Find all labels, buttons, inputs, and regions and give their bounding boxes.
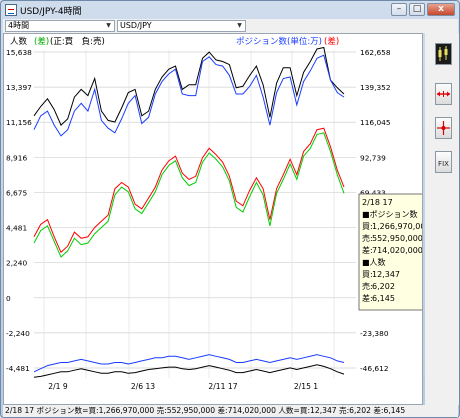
tooltip-date: 2/18 17 bbox=[362, 198, 393, 207]
left-tick-label: 13,397 bbox=[6, 83, 32, 92]
symbol-value: USD/JPY bbox=[120, 21, 152, 30]
title-bar[interactable]: USD/JPY-4時間 – □ x bbox=[1, 1, 459, 19]
tooltip-section-position: ■ポジション数 bbox=[362, 209, 418, 219]
right-tick-label: 162,658 bbox=[360, 48, 391, 57]
tooltip-buy-value: 1,266,970,000 bbox=[372, 222, 422, 231]
horizontal-crosshair-icon bbox=[437, 91, 450, 97]
left-tick-label: -2,240 bbox=[6, 329, 30, 338]
app-icon bbox=[5, 4, 17, 16]
position-chart[interactable]: 人数 (差) (正:買 負:売) ポジション数(単位:万) (差) 15,638… bbox=[4, 34, 438, 404]
tooltip-sell-value: 552,950,000 bbox=[372, 234, 422, 243]
series-line-1 bbox=[33, 54, 345, 137]
left-tick-label: 4,481 bbox=[6, 224, 27, 233]
series-line-2 bbox=[33, 127, 345, 254]
left-header-diff: (差) bbox=[34, 36, 49, 47]
chart-area[interactable]: 人数 (差) (正:買 負:売) ポジション数(単位:万) (差) 15,638… bbox=[3, 33, 438, 405]
left-tick-label: 0 bbox=[6, 294, 11, 303]
fix-icon: FIX bbox=[438, 160, 449, 168]
tooltip-diff-value: 714,020,000 bbox=[372, 246, 422, 255]
left-tick-label: 11,156 bbox=[6, 118, 32, 127]
data-tooltip: 2/18 17 ■ポジション数 買: 1,266,970,000 売: 552,… bbox=[358, 193, 438, 311]
left-tick-label: 8,916 bbox=[6, 153, 27, 162]
chart-window: USD/JPY-4時間 – □ x 4時間 ▼ USD/JPY ▼ 人数 (差)… bbox=[0, 0, 460, 418]
timeframe-value: 4時間 bbox=[8, 21, 30, 30]
right-tick-label: -46,612 bbox=[360, 364, 389, 373]
tooltip-buy2-value: 12,347 bbox=[372, 270, 400, 279]
chevron-down-icon: ▼ bbox=[106, 22, 111, 29]
right-header-main: ポジション数(単位:万) bbox=[236, 36, 322, 47]
status-bar: 2/18 17 ポジション数=買:1,266,970,000 売:552,950… bbox=[3, 405, 458, 417]
left-header-rest: (正:買 負:売) bbox=[50, 36, 105, 47]
x-tick-label: 2/15 1 bbox=[294, 382, 318, 391]
left-header-prefix: 人数 bbox=[10, 36, 28, 47]
chevron-down-icon: ▼ bbox=[237, 22, 242, 29]
series-line-3 bbox=[33, 132, 345, 258]
side-toolbar: FIX bbox=[425, 33, 459, 405]
timeframe-select[interactable]: 4時間 ▼ bbox=[5, 20, 115, 32]
fix-button[interactable]: FIX bbox=[435, 151, 452, 173]
x-tick-label: 2/6 13 bbox=[131, 382, 155, 391]
x-tick-label: 2/1 9 bbox=[48, 382, 68, 391]
symbol-select[interactable]: USD/JPY ▼ bbox=[117, 20, 246, 32]
crosshair-cursor-button[interactable] bbox=[435, 117, 452, 139]
toolbar: 4時間 ▼ USD/JPY ▼ bbox=[3, 19, 458, 33]
maximize-button[interactable]: □ bbox=[409, 3, 425, 16]
svg-text:FIX: FIX bbox=[438, 160, 449, 168]
right-tick-label: 92,739 bbox=[360, 153, 386, 162]
minimize-button[interactable]: – bbox=[391, 3, 407, 16]
right-header-diff: (差) bbox=[324, 36, 339, 47]
tooltip-section-people: ■人数 bbox=[362, 257, 386, 267]
crosshair-icon bbox=[437, 121, 450, 135]
right-tick-label: -23,380 bbox=[360, 329, 389, 338]
candlestick-tool-button[interactable] bbox=[435, 43, 452, 65]
left-tick-label: 6,675 bbox=[6, 188, 27, 197]
candlestick-icon bbox=[436, 44, 451, 64]
close-button[interactable]: x bbox=[427, 3, 455, 16]
right-tick-label: 139,352 bbox=[360, 83, 391, 92]
window-title: USD/JPY-4時間 bbox=[20, 6, 82, 17]
series-line-0 bbox=[33, 46, 345, 126]
left-tick-label: 2,240 bbox=[6, 259, 27, 268]
x-tick-label: 2/11 17 bbox=[208, 382, 237, 391]
tooltip-diff2-value: 6,145 bbox=[372, 294, 395, 303]
left-tick-label: 15,638 bbox=[6, 48, 32, 57]
horizontal-cursor-button[interactable] bbox=[435, 83, 452, 105]
right-tick-label: 116,045 bbox=[360, 118, 391, 127]
series-line-5 bbox=[33, 364, 345, 378]
tooltip-sell2-value: 6,202 bbox=[372, 282, 395, 291]
left-tick-label: -4,481 bbox=[6, 364, 30, 373]
